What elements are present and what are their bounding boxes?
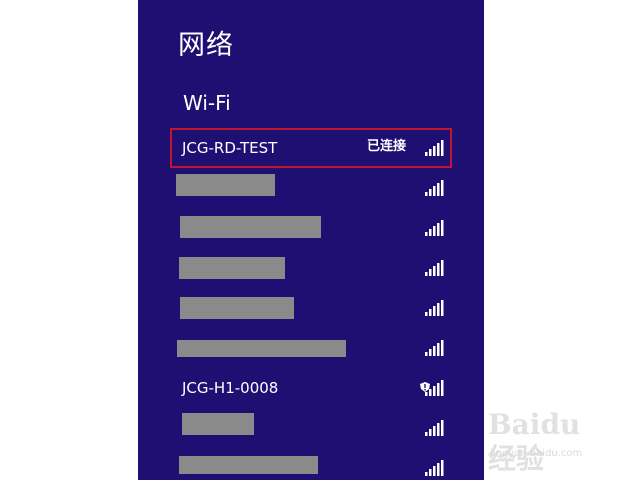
wifi-signal-icon	[424, 220, 444, 236]
wifi-signal-icon	[424, 180, 444, 196]
redacted-network-name	[182, 413, 254, 435]
network-name: JCG-H1-0008	[182, 379, 279, 397]
redacted-network-name	[176, 174, 275, 196]
wifi-signal-icon	[424, 380, 444, 396]
connection-status: 已连接	[366, 139, 406, 154]
network-item[interactable]	[172, 170, 450, 206]
network-item[interactable]	[172, 410, 450, 446]
wifi-signal-icon	[424, 420, 444, 436]
network-item[interactable]	[172, 290, 450, 326]
network-item[interactable]: JCG-H1-0008	[172, 370, 450, 406]
wifi-signal-icon	[424, 140, 444, 156]
network-item[interactable]	[172, 210, 450, 246]
wifi-signal-icon	[424, 260, 444, 276]
panel-title: 网络	[178, 30, 234, 61]
network-item[interactable]	[172, 330, 450, 366]
watermark-url: jingyan.baidu.com	[490, 448, 583, 459]
wifi-signal-icon	[424, 300, 444, 316]
redacted-network-name	[180, 297, 294, 319]
wifi-signal-icon	[424, 460, 444, 476]
watermark-brand: Baidu 经验	[488, 408, 581, 475]
network-item[interactable]	[172, 450, 450, 480]
network-name: JCG-RD-TEST	[182, 139, 278, 157]
wifi-signal-icon	[424, 340, 444, 356]
baidu-jingyan-watermark: Baidu 经验 jingyan.baidu.com	[488, 408, 618, 475]
network-item[interactable]	[172, 250, 450, 286]
network-item-connected[interactable]: JCG-RD-TEST 已连接	[170, 128, 452, 168]
wifi-section-title: Wi-Fi	[183, 91, 231, 115]
redacted-network-name	[180, 216, 321, 238]
network-flyout-panel: 网络 Wi-Fi JCG-RD-TEST 已连接 JCG-H1-0008	[138, 0, 484, 480]
redacted-network-name	[177, 340, 346, 357]
screenshot-stage: 网络 Wi-Fi JCG-RD-TEST 已连接 JCG-H1-0008 Bai…	[0, 0, 640, 480]
redacted-network-name	[179, 257, 285, 279]
redacted-network-name	[179, 456, 318, 474]
